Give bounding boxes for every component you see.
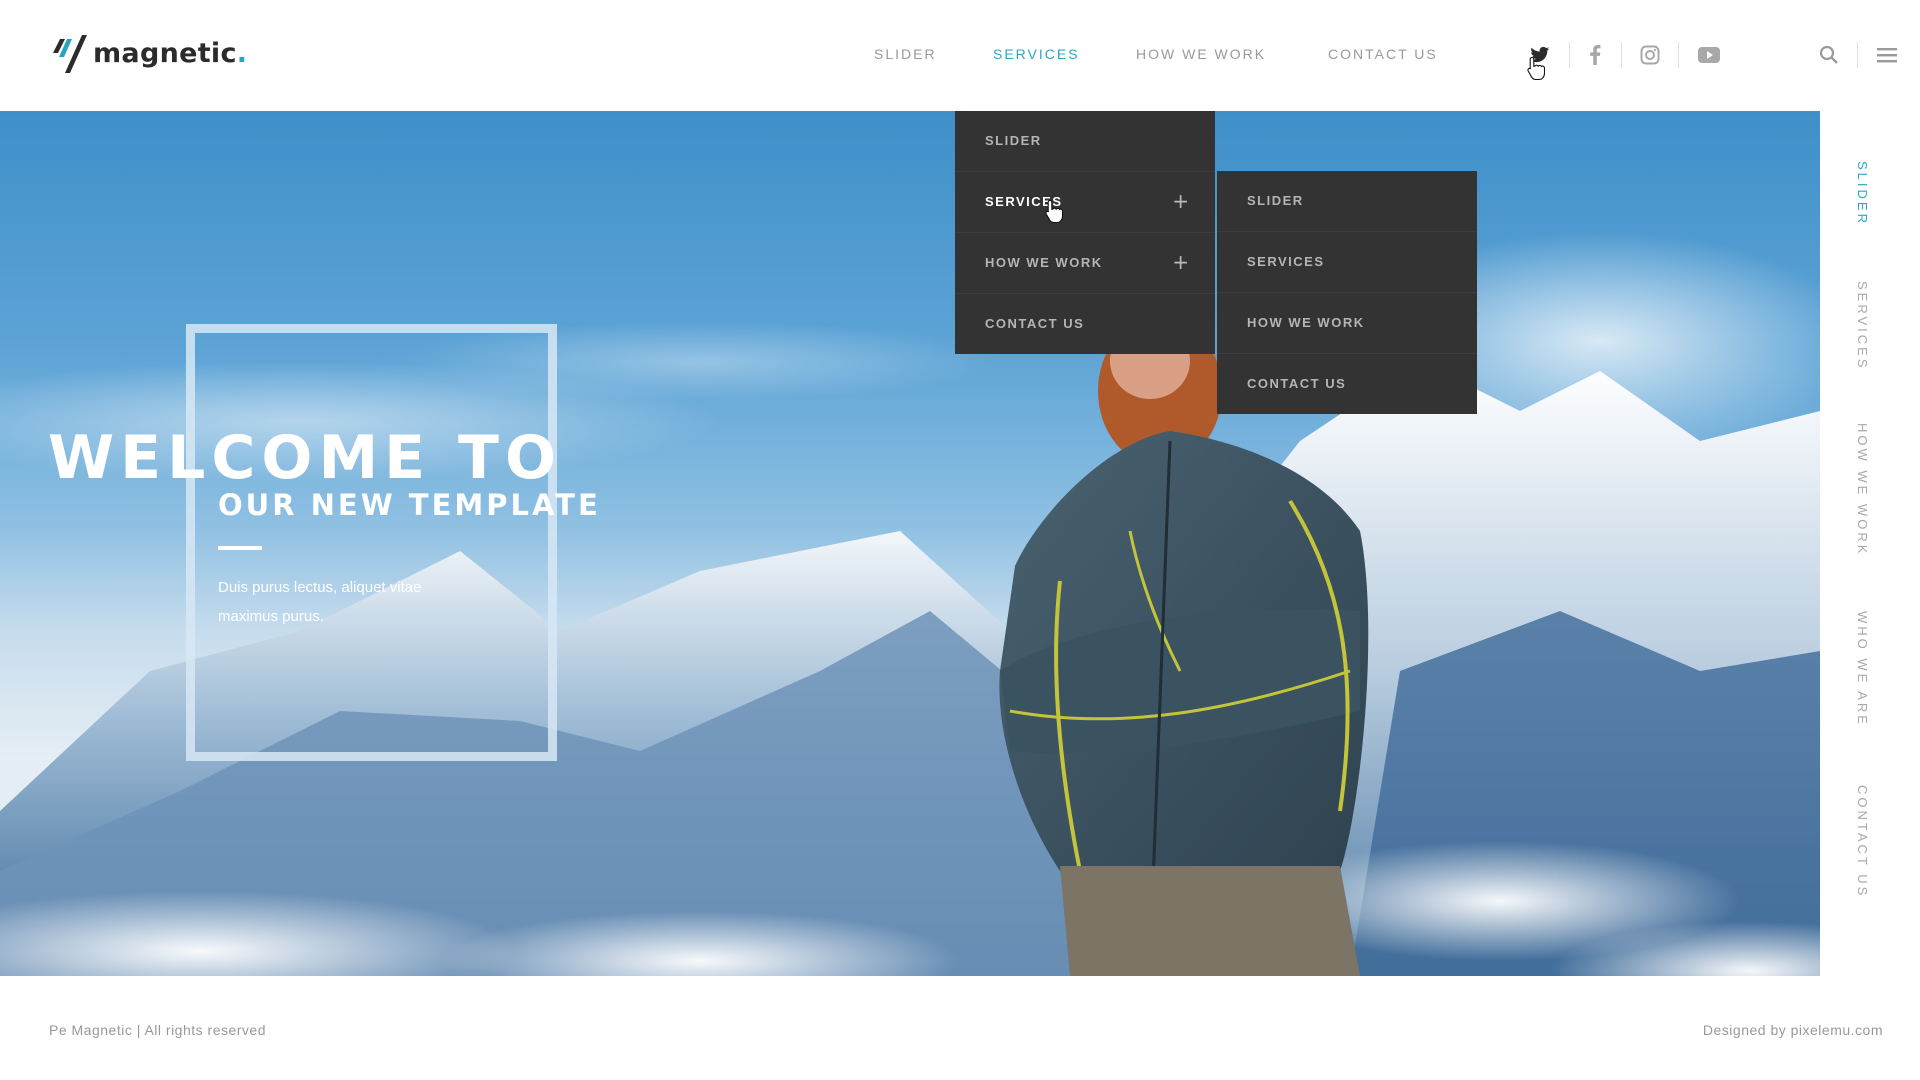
hero-description: Duis purus lectus, aliquet vitae maximus… [218,579,422,625]
footer-copyright: Pe Magnetic | All rights reserved [49,1022,267,1038]
side-nav-contact-us[interactable]: CONTACT US [1855,785,1870,898]
side-nav-how-we-work[interactable]: HOW WE WORK [1855,423,1870,556]
site-logo[interactable]: magnetic. [49,33,247,73]
hero-frame [186,324,557,761]
submenu-item-label: CONTACT US [1247,376,1347,391]
dropdown-item-slider[interactable]: SLIDER [955,111,1215,172]
nav-item-services[interactable]: SERVICES [993,46,1080,62]
submenu-item-services[interactable]: SERVICES [1217,232,1477,293]
dropdown-item-how-we-work[interactable]: HOW WE WORK + [955,233,1215,294]
brand-name: magnetic. [93,37,248,69]
dropdown-item-label: SERVICES [985,194,1063,209]
dropdown-item-contact-us[interactable]: CONTACT US [955,294,1215,354]
expand-plus-icon[interactable]: + [1172,250,1189,274]
site-header: magnetic. SLIDER SERVICES HOW WE WORK CO… [0,0,1920,111]
hero-accent-line [218,546,262,550]
social-divider [1621,42,1622,68]
submenu-item-label: SERVICES [1247,254,1325,269]
twitter-icon[interactable] [1527,42,1553,68]
social-divider [1678,42,1679,68]
services-dropdown-menu: SLIDER SERVICES + HOW WE WORK + CONTACT … [955,111,1215,354]
dropdown-item-label: SLIDER [985,133,1042,148]
search-icon[interactable] [1816,42,1842,68]
hero-subtitle: OUR NEW TEMPLATE [218,488,601,522]
expand-plus-icon[interactable]: + [1172,189,1189,213]
side-nav-slider[interactable]: SLIDER [1855,161,1870,226]
dropdown-item-label: CONTACT US [985,316,1085,331]
footer-credit-link[interactable]: Designed by pixelemu.com [1703,1022,1883,1038]
youtube-icon[interactable] [1696,42,1722,68]
submenu-item-slider[interactable]: SLIDER [1217,171,1477,232]
tools-divider [1857,42,1858,68]
dropdown-item-label: HOW WE WORK [985,255,1103,270]
instagram-icon[interactable] [1637,42,1663,68]
facebook-icon[interactable] [1582,42,1608,68]
submenu-item-how-we-work[interactable]: HOW WE WORK [1217,293,1477,354]
side-nav-who-we-are[interactable]: WHO WE ARE [1855,611,1870,727]
submenu-item-label: SLIDER [1247,193,1304,208]
logo-mark-icon [53,35,87,73]
side-section-nav: SLIDER SERVICES HOW WE WORK WHO WE ARE C… [1820,111,1920,976]
submenu-item-contact-us[interactable]: CONTACT US [1217,354,1477,414]
menu-icon[interactable] [1874,42,1900,68]
nav-item-how-we-work[interactable]: HOW WE WORK [1136,46,1266,62]
submenu-item-label: HOW WE WORK [1247,315,1365,330]
social-divider [1569,42,1570,68]
hero-slider: WELCOME TO OUR NEW TEMPLATE Duis purus l… [0,111,1820,976]
hero-title: WELCOME TO [48,423,562,493]
nav-item-slider[interactable]: SLIDER [874,46,937,62]
services-submenu: SLIDER SERVICES HOW WE WORK CONTACT US [1217,171,1477,414]
nav-item-contact-us[interactable]: CONTACT US [1328,46,1438,62]
dropdown-item-services[interactable]: SERVICES + [955,172,1215,233]
side-nav-services[interactable]: SERVICES [1855,281,1870,371]
